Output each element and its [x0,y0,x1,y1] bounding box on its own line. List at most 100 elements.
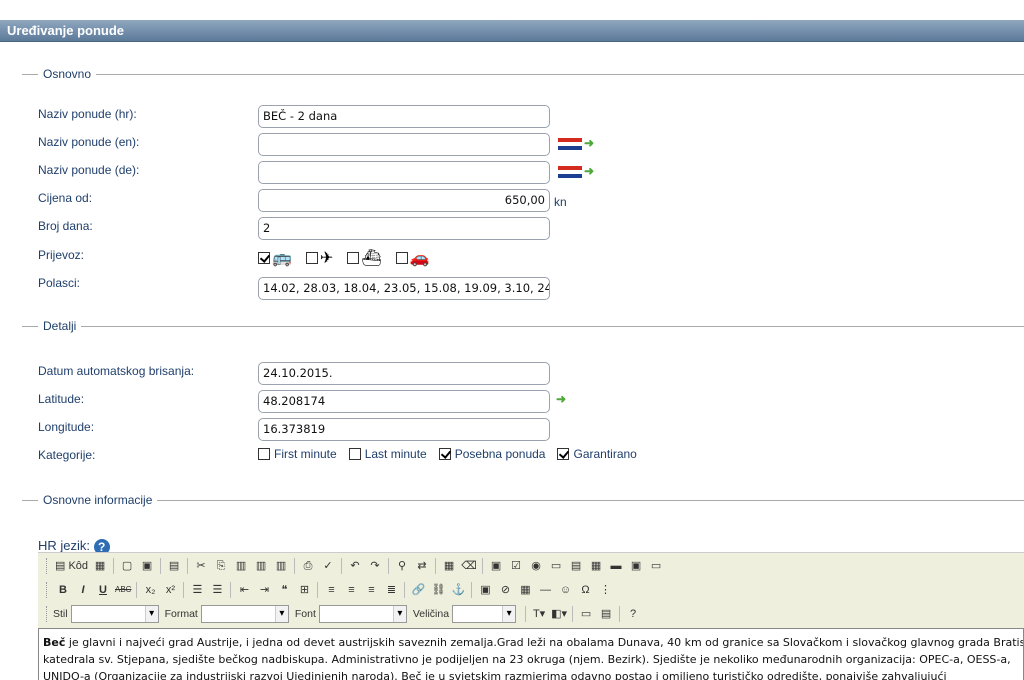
text-color-icon[interactable]: T▾ [531,606,547,622]
align-center-icon[interactable]: ≡ [343,582,359,598]
section-info-title: Osnovne informacije [43,493,153,507]
translate-arrow-icon[interactable]: ➜ [584,164,594,178]
category-guaranteed-checkbox[interactable] [557,448,570,460]
delete-date-input[interactable]: 24.10.2015. [258,362,550,385]
preview-icon[interactable]: ▣ [139,558,155,574]
redo-icon[interactable]: ↷ [367,558,383,574]
transport-ship-checkbox[interactable] [347,252,360,264]
name-en-label: Naziv ponude (en): [38,135,140,149]
page-break-icon[interactable]: ⋮ [597,582,613,598]
numbered-list-icon[interactable]: ☰ [189,582,205,598]
maximize-icon[interactable]: ▭ [578,606,594,622]
select-all-icon[interactable]: ▦ [441,558,457,574]
departures-label: Polasci: [38,276,81,290]
smiley-icon[interactable]: ☺ [557,582,573,598]
editor-toolbar: ▤ Kôd ▦ ▢ ▣ ▤ ✂ ⎘ ▥ ▥ ▥ ⎙ ✓ ↶ ↷ ⚲ ⇄ ▦ ⌫ … [38,552,1024,628]
form-icon[interactable]: ▣ [488,558,504,574]
category-last-minute-checkbox[interactable] [348,448,361,460]
indent-icon[interactable]: ⇥ [256,582,272,598]
bold-icon[interactable]: B [55,582,71,598]
replace-icon[interactable]: ⇄ [414,558,430,574]
special-char-icon[interactable]: Ω [577,582,593,598]
align-justify-icon[interactable]: ≣ [383,582,399,598]
textarea-tool-icon[interactable]: ▤ [568,558,584,574]
name-de-label: Naziv ponude (de): [38,163,140,177]
subscript-icon[interactable]: x₂ [142,582,158,598]
transport-label: Prijevoz: [38,248,85,262]
select-tool-icon[interactable]: ▦ [588,558,604,574]
transport-plane-checkbox[interactable] [305,252,318,264]
new-page-icon[interactable]: ▢ [119,558,135,574]
paste-word-icon[interactable]: ▥ [273,558,289,574]
checkbox-tool-icon[interactable]: ☑ [508,558,524,574]
category-first-minute-checkbox[interactable] [258,448,270,460]
size-combo[interactable]: Veličina [413,605,517,623]
flash-icon[interactable]: ⊘ [497,582,513,598]
document-icon[interactable]: ▤ [166,558,182,574]
link-icon[interactable]: 🔗 [410,582,426,598]
radio-tool-icon[interactable]: ◉ [528,558,544,574]
anchor-icon[interactable]: ⚓ [450,582,466,598]
name-hr-label: Naziv ponude (hr): [38,107,137,121]
days-input[interactable]: 2 [258,217,550,240]
departures-input[interactable]: 14.02, 28.03, 18.04, 23.05, 15.08, 19.09… [258,277,550,300]
bg-color-icon[interactable]: ◧▾ [551,606,567,622]
print-icon[interactable]: ⎙ [300,558,316,574]
font-combo[interactable]: Font [295,605,407,623]
category-guaranteed[interactable]: Garantirano [557,447,637,461]
style-combo-label: Stil [53,608,68,620]
editor-line-2: katedrala sv. Stjepana, sjedište bečkog … [43,653,1011,666]
transport-bus-checkbox[interactable] [258,252,270,264]
italic-icon[interactable]: I [75,582,91,598]
price-input[interactable]: 650,00 [258,189,550,212]
category-first-minute[interactable]: First minute [258,447,337,461]
undo-icon[interactable]: ↶ [347,558,363,574]
show-blocks-icon[interactable]: ▤ [598,606,614,622]
transport-car-checkbox[interactable] [395,252,408,264]
editor-content[interactable]: Beč je glavni i najveći grad Austrije, i… [38,628,1024,680]
geocode-arrow-icon[interactable]: ➜ [556,392,566,406]
name-de-input[interactable] [258,161,550,184]
name-en-input[interactable] [258,133,550,156]
image-icon[interactable]: ▣ [477,582,493,598]
underline-icon[interactable]: U [95,582,111,598]
paste-text-icon[interactable]: ▥ [253,558,269,574]
outdent-icon[interactable]: ⇤ [236,582,252,598]
longitude-input[interactable]: 16.373819 [258,418,550,441]
source-button[interactable]: ▤ Kôd [55,558,88,574]
unlink-icon[interactable]: ⛓ [430,582,446,598]
category-special-offer[interactable]: Posebna ponuda [438,447,546,461]
spellcheck-icon[interactable]: ✓ [320,558,336,574]
about-icon[interactable]: ? [625,606,641,622]
section-details-title: Detalji [43,319,77,333]
paste-icon[interactable]: ▥ [233,558,249,574]
image-button-tool-icon[interactable]: ▣ [628,558,644,574]
translate-arrow-icon[interactable]: ➜ [584,136,594,150]
format-combo[interactable]: Format [165,605,289,623]
category-special-offer-checkbox[interactable] [438,448,451,460]
category-last-minute[interactable]: Last minute [348,447,427,461]
hidden-field-tool-icon[interactable]: ▭ [648,558,664,574]
name-hr-input[interactable]: BEČ - 2 dana [258,105,550,128]
superscript-icon[interactable]: x² [162,582,178,598]
category-special-offer-label: Posebna ponuda [454,447,546,461]
cut-icon[interactable]: ✂ [193,558,209,574]
editor-line-1: Beč je glavni i najveći grad Austrije, i… [43,634,1023,651]
remove-format-icon[interactable]: ⌫ [461,558,477,574]
find-icon[interactable]: ⚲ [394,558,410,574]
align-right-icon[interactable]: ≡ [363,582,379,598]
bullet-list-icon[interactable]: ☰ [209,582,225,598]
blockquote-icon[interactable]: ❝ [276,582,292,598]
align-left-icon[interactable]: ≡ [323,582,339,598]
div-icon[interactable]: ⊞ [296,582,312,598]
horizontal-rule-icon[interactable]: ― [537,582,553,598]
templates-icon[interactable]: ▦ [92,558,108,574]
latitude-input[interactable]: 48.208174 [258,390,550,413]
table-icon[interactable]: ▦ [517,582,533,598]
strike-icon[interactable]: ABC [115,582,131,598]
textfield-tool-icon[interactable]: ▭ [548,558,564,574]
style-combo[interactable]: Stil [53,605,159,623]
editor-line-1-text: je glavni i najveći grad Austrije, i jed… [65,636,1024,649]
button-tool-icon[interactable]: ▬ [608,558,624,574]
copy-icon[interactable]: ⎘ [213,558,229,574]
